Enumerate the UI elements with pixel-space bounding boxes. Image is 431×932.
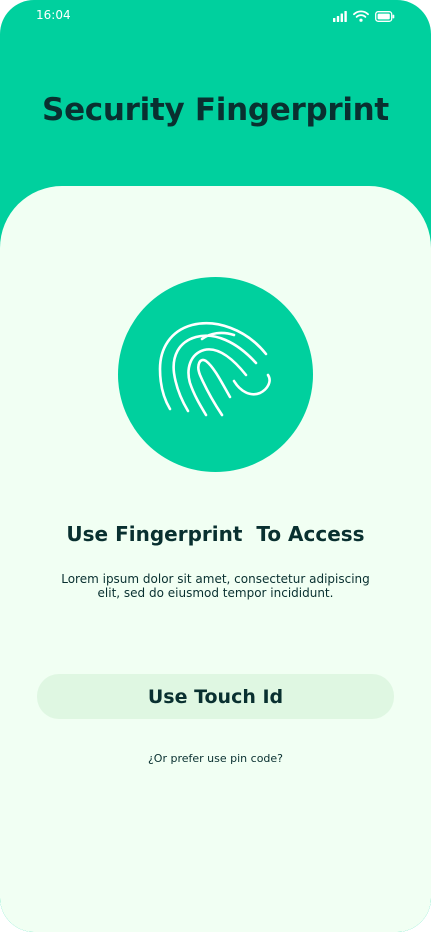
page-title: Security Fingerprint [42, 92, 389, 128]
access-title: Use Fingerprint To Access [66, 522, 365, 546]
wifi-icon [353, 9, 369, 27]
fingerprint-icon [158, 322, 271, 417]
status-icons [333, 9, 395, 27]
battery-icon [375, 9, 395, 27]
fingerprint-button[interactable] [118, 277, 313, 472]
status-bar: 16:04 [0, 0, 431, 32]
use-touch-id-button[interactable]: Use Touch Id [37, 674, 394, 719]
status-time: 16:04 [36, 8, 71, 22]
phone-screen: 16:04 Security Fingerprint Use Fingerpri… [0, 0, 431, 932]
pin-code-link[interactable]: ¿Or prefer use pin code? [0, 752, 431, 765]
description-text: Lorem ipsum dolor sit amet, consectetur … [61, 572, 370, 600]
signal-icon [333, 9, 347, 27]
